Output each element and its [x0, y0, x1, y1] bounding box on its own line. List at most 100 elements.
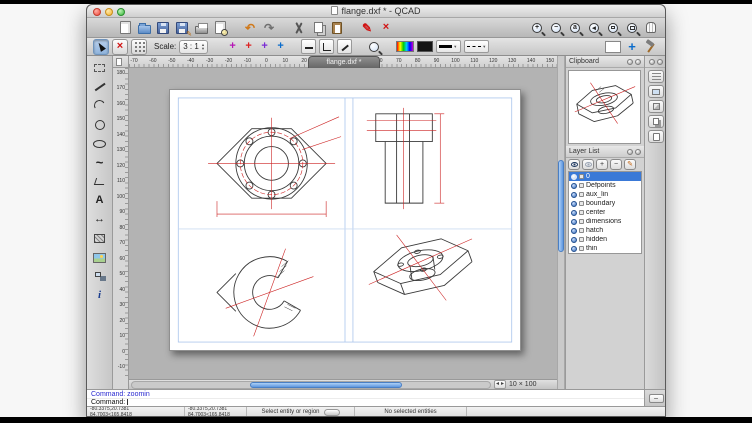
- minimize-window-button[interactable]: [105, 8, 113, 16]
- paste-button[interactable]: [329, 20, 345, 36]
- hatch-tool-button[interactable]: [90, 230, 110, 247]
- drawing-canvas[interactable]: [129, 68, 557, 379]
- previous-view-button[interactable]: ◂: [586, 20, 602, 36]
- layer-visibility-icon[interactable]: [571, 192, 577, 198]
- layer-row-boundary[interactable]: boundary: [569, 199, 641, 208]
- copy-button[interactable]: [310, 20, 326, 36]
- layer-lock-icon[interactable]: [579, 210, 584, 215]
- clipboard-panel-header[interactable]: Clipboard: [566, 56, 644, 68]
- save-as-button[interactable]: ✎: [174, 20, 190, 36]
- toggle-property-editor-button[interactable]: [648, 70, 664, 83]
- toggle-clipboard-button[interactable]: [648, 130, 664, 143]
- ellipse-tool-button[interactable]: [90, 135, 110, 152]
- layer-visibility-icon[interactable]: [571, 183, 577, 189]
- auto-zoom-button[interactable]: a: [567, 20, 583, 36]
- layer-visibility-icon[interactable]: [571, 201, 577, 207]
- deselect-all-button[interactable]: ×: [112, 39, 128, 55]
- selection-tool-button[interactable]: [93, 39, 109, 55]
- horizontal-scrollbar-thumb[interactable]: [250, 382, 402, 388]
- layer-visibility-icon[interactable]: [571, 210, 577, 216]
- delete-button[interactable]: ×: [378, 20, 394, 36]
- print-preview-button[interactable]: [212, 20, 228, 36]
- layer-row-thin[interactable]: thin: [569, 244, 641, 253]
- titlebar[interactable]: flange.dxf * - QCAD: [87, 5, 665, 18]
- paper-sheet[interactable]: [169, 89, 521, 351]
- panel-close-button[interactable]: [635, 59, 641, 65]
- layer-row-aux_lin[interactable]: aux_lin: [569, 190, 641, 199]
- zoom-out-button[interactable]: −: [548, 20, 564, 36]
- tools-button[interactable]: [643, 39, 659, 55]
- layer-visibility-icon[interactable]: [571, 237, 577, 243]
- pan-button[interactable]: [643, 20, 659, 36]
- grid-toggle-button[interactable]: [131, 39, 147, 55]
- layer-visibility-icon[interactable]: [571, 219, 577, 225]
- edit-button[interactable]: ✎: [359, 20, 375, 36]
- polyline-tool-button[interactable]: [90, 173, 110, 190]
- restrict-orthogonal-button[interactable]: [319, 39, 334, 54]
- background-color-swatch[interactable]: [605, 41, 621, 53]
- layer-row-Defpoints[interactable]: Defpoints: [569, 181, 641, 190]
- toggle-library-browser-button[interactable]: [648, 115, 664, 128]
- zoom-in-button[interactable]: +: [529, 20, 545, 36]
- redo-button[interactable]: ↷: [261, 20, 277, 36]
- color-dropdown[interactable]: [396, 41, 414, 52]
- print-button[interactable]: [193, 20, 209, 36]
- command-input[interactable]: Command:: [87, 398, 644, 406]
- layer-row-dimensions[interactable]: dimensions: [569, 217, 641, 226]
- toggle-layer-list-button[interactable]: [648, 85, 664, 98]
- scroll-steppers[interactable]: ◂ ▸: [494, 380, 506, 389]
- text-tool-button[interactable]: A: [90, 192, 110, 209]
- document-tab[interactable]: flange.dxf *: [308, 56, 380, 68]
- horizontal-scrollbar[interactable]: [131, 381, 491, 389]
- edit-layer-button[interactable]: ✎: [624, 159, 636, 170]
- spline-tool-button[interactable]: ~: [90, 154, 110, 171]
- layer-visibility-icon[interactable]: [571, 174, 577, 180]
- cut-button[interactable]: [291, 20, 307, 36]
- layer-lock-icon[interactable]: [579, 183, 584, 188]
- layer-lock-icon[interactable]: [579, 174, 584, 179]
- hide-all-layers-button[interactable]: [582, 159, 594, 170]
- layer-list-panel-header[interactable]: Layer List: [566, 146, 644, 158]
- layer-lock-icon[interactable]: [579, 219, 584, 224]
- restrict-angle-button[interactable]: [337, 39, 352, 54]
- add-layer-button[interactable]: +: [596, 159, 608, 170]
- layer-lock-icon[interactable]: [579, 228, 584, 233]
- snap-free-button[interactable]: +: [226, 41, 239, 52]
- layer-visibility-icon[interactable]: [571, 228, 577, 234]
- zoom-window-button[interactable]: [117, 8, 125, 16]
- collapse-command-button[interactable]: −: [649, 394, 664, 403]
- new-file-button[interactable]: [117, 20, 133, 36]
- crosshair-toggle-button[interactable]: +: [624, 39, 640, 55]
- layer-lock-icon[interactable]: [579, 246, 584, 251]
- dimension-tool-button[interactable]: ↔: [90, 211, 110, 228]
- linetype-dropdown[interactable]: ▾: [464, 40, 489, 53]
- panel-close-button[interactable]: [635, 149, 641, 155]
- open-file-button[interactable]: [136, 20, 152, 36]
- window-zoom-button[interactable]: [605, 20, 621, 36]
- zoom-selection-button[interactable]: [624, 20, 640, 36]
- layer-row-0[interactable]: 0: [569, 172, 641, 181]
- layer-lock-icon[interactable]: [579, 237, 584, 242]
- layer-row-hidden[interactable]: hidden: [569, 235, 641, 244]
- layer-row-center[interactable]: center: [569, 208, 641, 217]
- dock-close-button[interactable]: [657, 59, 663, 65]
- arc-tool-button[interactable]: [90, 97, 110, 114]
- restrict-horizontal-button[interactable]: [301, 39, 316, 54]
- select-tool-button[interactable]: [90, 59, 110, 76]
- layer-row-hatch[interactable]: hatch: [569, 226, 641, 235]
- toggle-block-list-button[interactable]: [648, 100, 664, 113]
- save-button[interactable]: [155, 20, 171, 36]
- remove-layer-button[interactable]: −: [610, 159, 622, 170]
- circle-tool-button[interactable]: [90, 116, 110, 133]
- scroll-right-icon[interactable]: ▸: [501, 381, 504, 388]
- line-tool-button[interactable]: [90, 78, 110, 95]
- block-tool-button[interactable]: [90, 268, 110, 285]
- dock-button[interactable]: [649, 59, 655, 65]
- layer-visibility-icon[interactable]: [571, 246, 577, 252]
- panel-detach-button[interactable]: [627, 59, 633, 65]
- layer-lock-icon[interactable]: [579, 192, 584, 197]
- snap-endpoint-button[interactable]: +: [258, 41, 271, 52]
- lineweight-dropdown[interactable]: ▾: [436, 40, 461, 53]
- snap-center-button[interactable]: +: [274, 41, 287, 52]
- scroll-left-icon[interactable]: ◂: [496, 381, 499, 388]
